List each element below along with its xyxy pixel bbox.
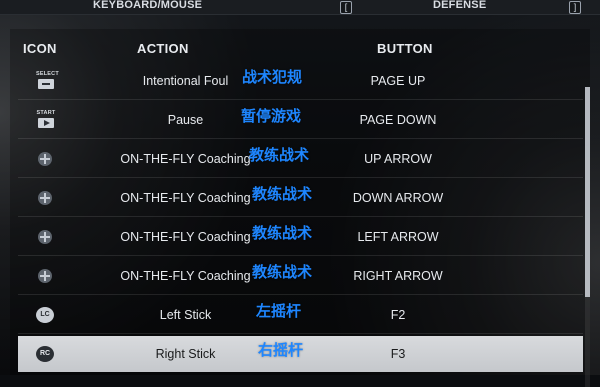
table-row-selected[interactable]: RC Right Stick 右摇杆 F3 bbox=[18, 336, 583, 372]
controls-panel: ICON ACTION BUTTON SELECT Intentional Fo… bbox=[10, 29, 590, 387]
binding-text: PAGE DOWN bbox=[359, 113, 437, 127]
start-key-shape bbox=[38, 118, 54, 128]
right-stick-badge: RC bbox=[36, 346, 54, 362]
dpad-icon bbox=[34, 141, 68, 177]
binding-text: PAGE UP bbox=[370, 74, 426, 88]
table-row[interactable]: SELECT Intentional Foul 战术犯规 PAGE UP bbox=[18, 63, 583, 100]
select-key-label: SELECT bbox=[36, 71, 59, 77]
left-stick-badge: LC bbox=[36, 307, 54, 323]
binding-text: F2 bbox=[390, 308, 406, 322]
tab-defense[interactable]: DEFENSE bbox=[433, 0, 486, 11]
binding-text: F3 bbox=[390, 347, 406, 361]
binding-text: LEFT ARROW bbox=[357, 230, 439, 244]
chinese-annotation: 教练战术 bbox=[252, 263, 313, 281]
table-row[interactable]: ON-THE-FLY Coaching 教练战术 LEFT ARROW bbox=[18, 219, 583, 256]
left-stick-icon: LC bbox=[34, 297, 68, 333]
dpad-icon bbox=[34, 180, 68, 216]
table-row[interactable]: ON-THE-FLY Coaching 教练战术 RIGHT ARROW bbox=[18, 258, 583, 295]
column-action: ACTION bbox=[137, 41, 189, 56]
select-key-icon-graphic: SELECT bbox=[36, 71, 59, 91]
chinese-annotation: 教练战术 bbox=[252, 185, 313, 203]
binding-text: RIGHT ARROW bbox=[353, 269, 443, 283]
chinese-annotation: 战术犯规 bbox=[242, 68, 303, 86]
chinese-annotation: 教练战术 bbox=[249, 146, 310, 164]
chinese-annotation: 暂停游戏 bbox=[241, 107, 302, 125]
dpad-icon-graphic bbox=[38, 269, 52, 283]
column-button: BUTTON bbox=[377, 41, 433, 56]
select-key-shape bbox=[38, 79, 54, 89]
dpad-icon-graphic bbox=[38, 230, 52, 244]
scrollbar-thumb[interactable] bbox=[585, 87, 590, 297]
table-row[interactable]: ON-THE-FLY Coaching 教练战术 DOWN ARROW bbox=[18, 180, 583, 217]
column-icon: ICON bbox=[23, 41, 57, 56]
start-key-icon-graphic: START bbox=[36, 110, 56, 130]
start-key-icon: START bbox=[34, 102, 68, 138]
right-stick-icon: RC bbox=[34, 336, 68, 372]
table-row[interactable]: START Pause 暂停游戏 PAGE DOWN bbox=[18, 102, 583, 139]
scrollbar[interactable] bbox=[585, 87, 590, 387]
dpad-icon bbox=[34, 219, 68, 255]
top-tab-bar: KEYBOARD/MOUSE [ DEFENSE ] bbox=[0, 0, 600, 15]
binding-text: DOWN ARROW bbox=[352, 191, 444, 205]
chinese-annotation: 左摇杆 bbox=[256, 302, 302, 320]
binding-text: UP ARROW bbox=[364, 152, 432, 166]
chinese-annotation: 右摇杆 bbox=[258, 341, 304, 359]
dpad-icon-graphic bbox=[38, 152, 52, 166]
chinese-annotation: 教练战术 bbox=[252, 224, 313, 242]
start-key-label: START bbox=[36, 110, 56, 116]
next-tab-button[interactable]: ] bbox=[569, 1, 581, 14]
table-row[interactable]: ON-THE-FLY Coaching 教练战术 UP ARROW bbox=[18, 141, 583, 178]
select-key-icon: SELECT bbox=[34, 63, 68, 99]
tab-keyboard-mouse[interactable]: KEYBOARD/MOUSE bbox=[93, 0, 202, 11]
dpad-icon bbox=[34, 258, 68, 294]
previous-tab-button[interactable]: [ bbox=[340, 1, 352, 14]
dpad-icon-graphic bbox=[38, 191, 52, 205]
table-row[interactable]: LC Left Stick 左摇杆 F2 bbox=[18, 297, 583, 334]
